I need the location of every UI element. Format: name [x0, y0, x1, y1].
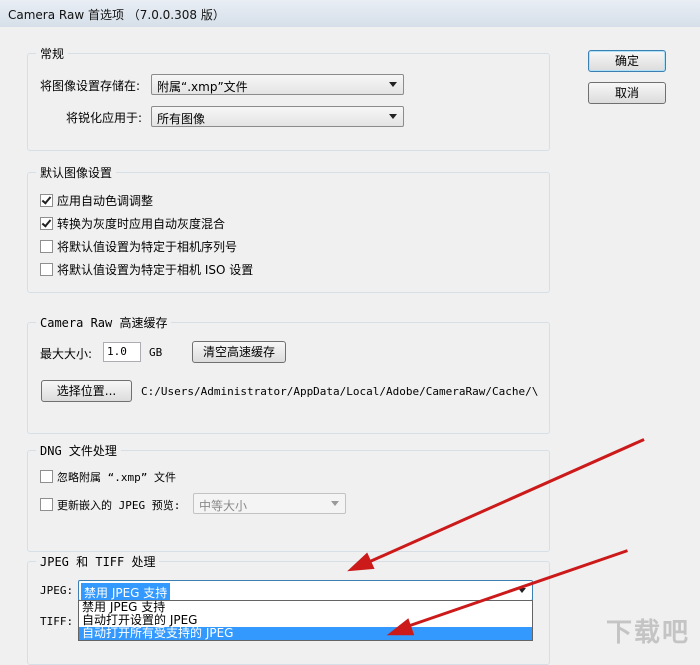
watermark-logo: 下载吧: [605, 618, 690, 648]
default-image-settings-legend: 默认图像设置: [40, 166, 113, 180]
ignore-xmp-label: 忽略附属 “.xmp” 文件: [57, 471, 176, 484]
general-group: 常规: [27, 45, 550, 151]
cache-path: C:/Users/Administrator/AppData/Local/Ado…: [141, 385, 539, 398]
dng-legend: DNG 文件处理: [40, 444, 117, 458]
general-legend: 常规: [40, 47, 65, 61]
camera-iso-label: 将默认值设置为特定于相机 ISO 设置: [57, 263, 254, 277]
checkbox-checked-icon: [40, 217, 53, 230]
save-settings-select[interactable]: 附属“.xmp”文件: [151, 74, 404, 95]
jpeg-option-auto-all[interactable]: 自动打开所有受支持的 JPEG: [79, 627, 532, 640]
camera-serial-checkbox[interactable]: 将默认值设置为特定于相机序列号: [40, 238, 237, 255]
max-size-input[interactable]: 1.0: [103, 342, 141, 362]
checkbox-unchecked-icon: [40, 470, 53, 483]
auto-tone-checkbox[interactable]: 应用自动色调调整: [40, 192, 153, 209]
checkbox-checked-icon: [40, 194, 53, 207]
checkbox-unchecked-icon: [40, 240, 53, 253]
chevron-down-icon: [331, 501, 339, 506]
chevron-down-icon: [389, 82, 397, 87]
preview-size-value: 中等大小: [199, 499, 248, 513]
sharpen-label: 将锐化应用于:: [66, 111, 143, 125]
camera-iso-checkbox[interactable]: 将默认值设置为特定于相机 ISO 设置: [40, 261, 253, 278]
save-settings-value: 附属“.xmp”文件: [157, 80, 248, 94]
update-preview-checkbox[interactable]: 更新嵌入的 JPEG 预览:: [40, 497, 180, 513]
camera-serial-label: 将默认值设置为特定于相机序列号: [57, 240, 238, 254]
save-settings-label: 将图像设置存储在:: [40, 79, 141, 93]
cache-legend: Camera Raw 高速缓存: [40, 316, 168, 330]
ok-button[interactable]: 确定: [588, 50, 666, 72]
preview-size-select[interactable]: 中等大小: [193, 493, 346, 514]
sharpen-select[interactable]: 所有图像: [151, 106, 404, 127]
window-title: Camera Raw 首选项 （7.0.0.308 版）: [8, 8, 225, 22]
update-preview-label: 更新嵌入的 JPEG 预览:: [57, 499, 181, 512]
checkbox-unchecked-icon: [40, 263, 53, 276]
select-location-button[interactable]: 选择位置...: [41, 380, 132, 402]
auto-tone-label: 应用自动色调调整: [57, 194, 154, 208]
ignore-xmp-checkbox[interactable]: 忽略附属 “.xmp” 文件: [40, 469, 176, 485]
jpeg-handling-select[interactable]: 禁用 JPEG 支持: [78, 580, 533, 602]
chevron-down-icon: [389, 114, 397, 119]
title-bar: Camera Raw 首选项 （7.0.0.308 版）: [0, 0, 700, 28]
max-size-label: 最大大小:: [40, 347, 93, 361]
size-unit: GB: [149, 346, 163, 359]
sharpen-value: 所有图像: [157, 112, 206, 126]
auto-grayscale-label: 转换为灰度时应用自动灰度混合: [57, 217, 226, 231]
auto-grayscale-checkbox[interactable]: 转换为灰度时应用自动灰度混合: [40, 215, 225, 232]
cancel-button[interactable]: 取消: [588, 82, 666, 104]
purge-cache-button[interactable]: 清空高速缓存: [192, 341, 286, 363]
jpeg-label: JPEG:: [40, 584, 74, 597]
max-size-value: 1.0: [107, 345, 127, 358]
jpeg-tiff-legend: JPEG 和 TIFF 处理: [40, 555, 156, 569]
checkbox-unchecked-icon: [40, 498, 53, 511]
cache-group: Camera Raw 高速缓存: [27, 314, 550, 434]
dialog-content: 常规 将图像设置存储在: 附属“.xmp”文件 将锐化应用于: 所有图像 确定 …: [0, 27, 700, 665]
tiff-label: TIFF:: [40, 615, 74, 628]
